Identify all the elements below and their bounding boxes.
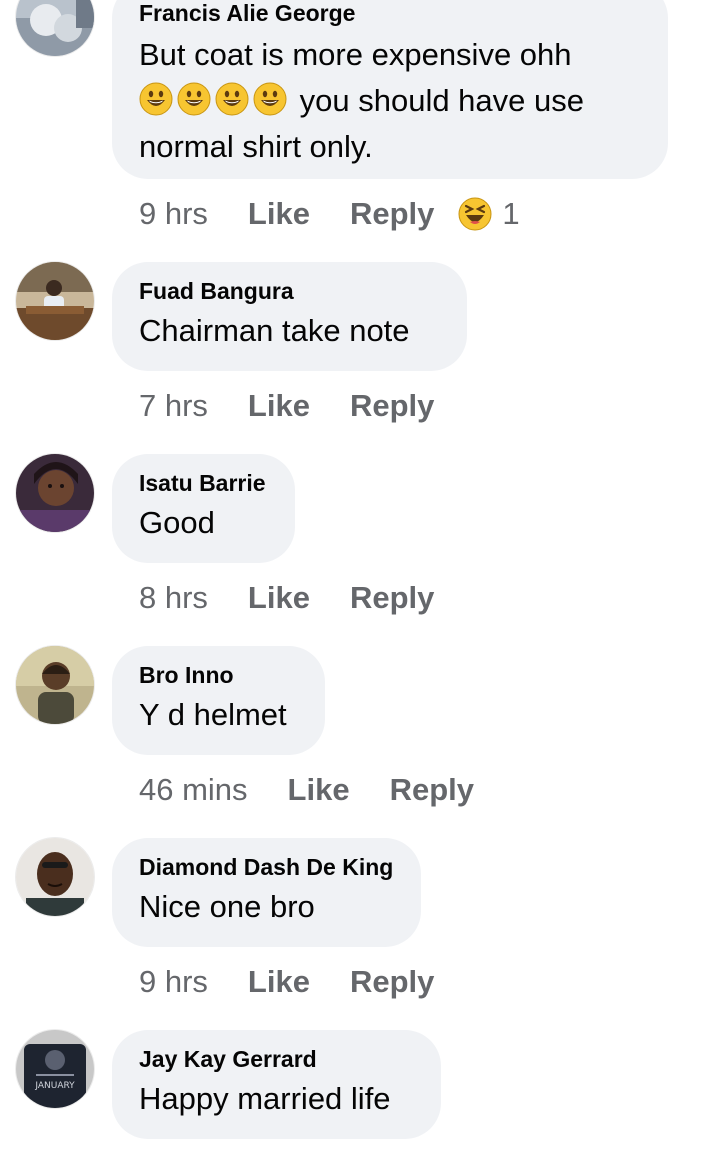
reply-button[interactable]: Reply <box>390 772 474 808</box>
comment-text: Good <box>139 505 215 540</box>
comment-timestamp[interactable]: 8 hrs <box>139 580 208 616</box>
avatar-image <box>16 0 94 56</box>
comment-text-line-emojis: you should have use <box>139 78 640 124</box>
comment-text-line: normal shirt only. <box>139 129 373 164</box>
avatar-image <box>16 454 94 532</box>
comment-text: Happy married life <box>139 1081 391 1116</box>
comment-text-line: But coat is more expensive ohh <box>139 37 572 72</box>
avatar[interactable] <box>16 262 94 340</box>
avatar-shirt-text: JANUARY <box>34 1081 75 1091</box>
avatar[interactable] <box>16 838 94 916</box>
comment-author[interactable]: Jay Kay Gerrard <box>139 1046 413 1072</box>
avatar[interactable] <box>16 454 94 532</box>
comment-author[interactable]: Bro Inno <box>139 662 297 688</box>
reply-button[interactable]: Reply <box>350 196 434 232</box>
avatar[interactable] <box>16 0 94 56</box>
like-button[interactable]: Like <box>288 772 350 808</box>
like-button[interactable]: Like <box>248 580 310 616</box>
avatar-image <box>16 646 94 724</box>
comment-timestamp[interactable]: 7 hrs <box>139 388 208 424</box>
comment-actions: 8 hrs Like Reply <box>139 578 458 618</box>
avatar-image <box>16 838 94 916</box>
comment-author[interactable]: Fuad Bangura <box>139 278 439 304</box>
comment-author[interactable]: Isatu Barrie <box>139 470 267 496</box>
comment-text: Nice one bro <box>139 889 315 924</box>
comment-text: Y d helmet <box>139 697 287 732</box>
reply-button[interactable]: Reply <box>350 964 434 1000</box>
comment-bubble[interactable]: Isatu Barrie Good <box>112 454 295 563</box>
avatar-image <box>16 262 94 340</box>
comment-timestamp[interactable]: 46 mins <box>139 772 248 808</box>
comment-actions: 46 mins Like Reply <box>139 770 498 810</box>
comment-actions: 9 hrs Like Reply 1 <box>139 194 520 234</box>
avatar[interactable]: JANUARY <box>16 1030 94 1108</box>
comment-timestamp[interactable]: 9 hrs <box>139 964 208 1000</box>
comment-bubble[interactable]: Francis Alie George But coat is more exp… <box>112 0 668 179</box>
grinning-face-emoji <box>253 82 287 116</box>
avatar[interactable] <box>16 646 94 724</box>
reaction-count: 1 <box>502 196 520 231</box>
grinning-face-emoji <box>139 82 173 116</box>
comment-text: Chairman take note <box>139 313 410 348</box>
comment-text-continued: you should have use <box>299 83 584 118</box>
comment-actions: 7 hrs Like Reply <box>139 386 458 426</box>
comment-author[interactable]: Francis Alie George <box>139 0 640 26</box>
avatar-image: JANUARY <box>16 1030 94 1108</box>
reply-button[interactable]: Reply <box>350 388 434 424</box>
comment-bubble[interactable]: Bro Inno Y d helmet <box>112 646 325 755</box>
reaction-summary[interactable]: 1 <box>458 196 520 232</box>
comment-timestamp[interactable]: 9 hrs <box>139 196 208 232</box>
like-button[interactable]: Like <box>248 964 310 1000</box>
grinning-face-emoji <box>177 82 211 116</box>
grinning-face-emoji <box>215 82 249 116</box>
like-button[interactable]: Like <box>248 196 310 232</box>
comment-text: But coat is more expensive ohh you shoul… <box>139 32 640 170</box>
comment-bubble[interactable]: Jay Kay Gerrard Happy married life <box>112 1030 441 1139</box>
comment-author[interactable]: Diamond Dash De King <box>139 854 393 880</box>
like-button[interactable]: Like <box>248 388 310 424</box>
comment-bubble[interactable]: Diamond Dash De King Nice one bro <box>112 838 421 947</box>
laughing-squint-emoji-icon <box>458 197 492 231</box>
reply-button[interactable]: Reply <box>350 580 434 616</box>
comment-bubble[interactable]: Fuad Bangura Chairman take note <box>112 262 467 371</box>
comment-actions: 9 hrs Like Reply <box>139 962 458 1002</box>
